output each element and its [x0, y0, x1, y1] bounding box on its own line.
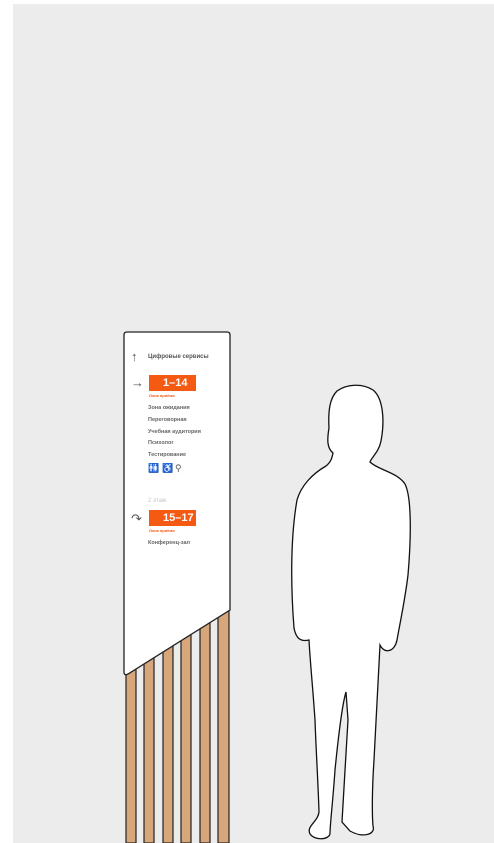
top-direction-label: Цифровые сервисы: [148, 354, 209, 360]
floor-label: 2 этаж: [148, 498, 166, 504]
room-item: Психолог: [148, 440, 174, 446]
floor-room-item: Конференц-зал: [148, 540, 191, 546]
room-item: Учебная аудитория: [148, 429, 201, 435]
badge-windows-1-14: 1–14: [149, 375, 196, 391]
arrow-up-turn-icon: ↷: [131, 511, 142, 526]
restroom-icon: 🚻: [148, 463, 160, 473]
scene-illustration: [123, 331, 411, 843]
arrow-right-icon: →: [131, 375, 144, 390]
badge-range: 1–14: [163, 377, 188, 389]
badge-windows-15-17: 15–17: [149, 510, 196, 526]
badge-caption: Окна приёма: [149, 393, 175, 398]
wheelchair-icon: ♿: [162, 463, 174, 473]
badge-caption: Окна приёма: [149, 528, 175, 533]
badge-range: 15–17: [163, 512, 194, 524]
baby-changing-icon: ⚲: [175, 463, 182, 473]
person-silhouette: [291, 384, 411, 840]
room-item: Зона ожидания: [148, 405, 190, 411]
room-item: Переговорная: [148, 417, 187, 423]
room-item: Тестирование: [148, 452, 187, 458]
arrow-up-icon: ↑: [131, 349, 138, 364]
